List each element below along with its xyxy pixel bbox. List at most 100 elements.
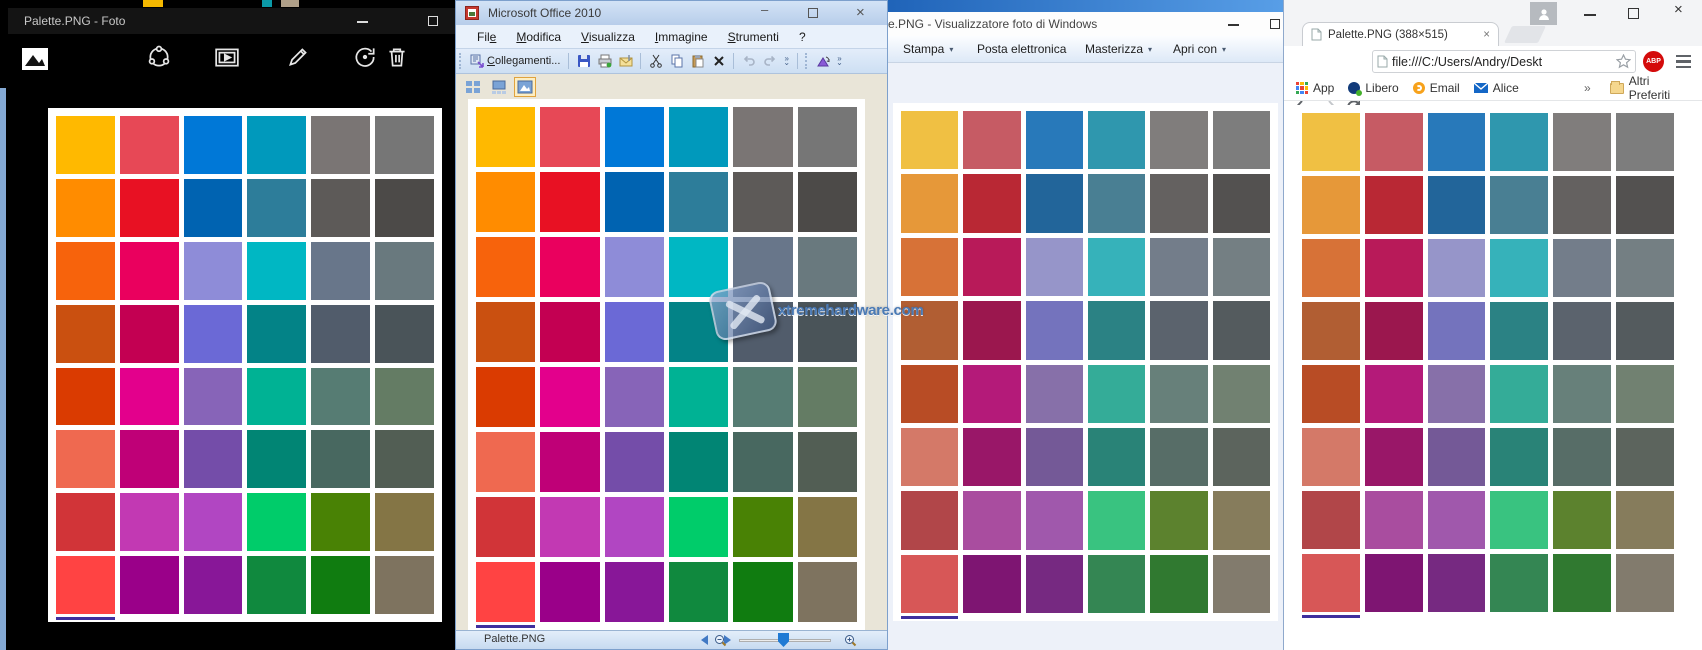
toolbar-drag-handle[interactable] [459,53,462,69]
menu-help[interactable]: ? [790,28,815,46]
chrome-menu-icon[interactable] [1676,55,1691,68]
viewer-titlebar: e.PNG - Visualizzatore foto di Windows [840,12,1296,36]
minimize-button[interactable] [357,21,368,23]
bookmarks-overflow-chevron[interactable]: » [1584,81,1591,95]
zoom-slider-thumb[interactable] [778,633,789,647]
single-image-view-icon[interactable] [514,77,536,97]
menu-apri-con[interactable]: Apri con ▾ [1173,42,1226,56]
color-swatch [1428,491,1486,549]
palette-underline [476,625,535,628]
browser-tab[interactable]: Palette.PNG (388×515) × [1302,22,1499,46]
zoom-in-icon[interactable] [844,634,857,647]
color-swatch [375,305,434,363]
background-sliver [281,0,299,7]
profile-avatar-button[interactable] [1530,2,1557,25]
bookmark-star-icon[interactable] [1616,54,1631,69]
mail-icon[interactable] [617,53,634,69]
color-swatch [184,493,243,551]
previous-image-button[interactable] [701,635,708,645]
office-toolbar: Collegamenti... »⌄ »⌄ [456,49,887,74]
menu-stampa[interactable]: Stampa ▾ [903,42,953,56]
toolbar-overflow-button[interactable]: »⌄ [836,57,843,65]
color-swatch [963,238,1020,296]
address-bar[interactable]: file:///C:/Users/Andry/Deskt [1372,50,1636,73]
thumbnail-view-icon[interactable] [462,77,484,97]
cut-icon[interactable] [647,53,664,69]
rotate-tool-icon[interactable] [814,53,831,69]
color-swatch [56,430,115,488]
menu-immagine[interactable]: Immagine [646,28,717,46]
color-swatch [669,107,728,167]
color-swatch [247,430,306,488]
color-swatch [1088,365,1145,423]
close-button[interactable]: × [1674,0,1683,22]
close-button[interactable]: × [856,1,865,25]
color-swatch [798,302,857,362]
color-swatch [798,172,857,232]
toolbar-overflow-button[interactable]: »⌄ [783,57,790,65]
other-bookmarks-folder[interactable]: Altri Preferiti [1610,74,1688,102]
redo-icon[interactable] [761,53,778,69]
new-tab-button[interactable] [1504,26,1546,43]
color-swatch [1616,428,1674,486]
bookmark-libero[interactable]: Libero [1348,81,1398,95]
zoom-out-icon[interactable] [714,634,727,647]
menu-posta-elettronica[interactable]: Posta elettronica [977,42,1066,56]
bookmark-alice[interactable]: Alice [1474,81,1519,95]
maximize-button[interactable] [428,16,438,26]
color-swatch [1026,238,1083,296]
maximize-button[interactable] [1270,19,1280,29]
menu-file[interactable]: File [468,28,505,46]
save-icon[interactable] [575,53,592,69]
edit-pencil-icon[interactable] [285,44,311,70]
color-swatch [901,555,958,613]
print-icon[interactable] [596,53,613,69]
color-swatch [901,111,958,169]
bookmark-app[interactable]: App [1296,81,1334,95]
color-swatch [1553,239,1611,297]
color-swatch [1490,239,1548,297]
minimize-button[interactable] [1584,14,1596,16]
minimize-button[interactable] [1228,24,1239,26]
color-swatch [1490,302,1548,360]
delete-trash-icon[interactable] [384,44,410,70]
see-all-photos-icon[interactable] [22,46,48,72]
rotate-icon[interactable] [352,44,378,70]
palette-underline [1302,615,1360,618]
color-swatch [605,562,664,622]
toolbar-drag-handle[interactable] [805,53,808,69]
color-swatch [1616,239,1674,297]
maximize-button[interactable] [808,8,818,18]
color-swatch [1150,428,1207,486]
palette-grid [1302,113,1674,612]
maximize-button[interactable] [1628,8,1639,19]
color-swatch [901,301,958,359]
color-swatch [1026,301,1083,359]
bookmark-email[interactable]: Email [1413,81,1460,95]
color-swatch [375,242,434,300]
color-swatch [605,302,664,362]
menu-strumenti[interactable]: Strumenti [719,28,788,46]
color-swatch [184,179,243,237]
color-swatch [56,368,115,426]
menu-masterizza[interactable]: Masterizza ▾ [1085,42,1152,56]
color-swatch [1088,555,1145,613]
shortcuts-label[interactable]: Collegamenti... [487,55,560,67]
color-swatch [669,432,728,492]
filmstrip-view-icon[interactable] [488,77,510,97]
slideshow-icon[interactable] [214,44,240,70]
share-icon[interactable] [146,44,172,70]
color-swatch [669,497,728,557]
copy-icon[interactable] [668,53,685,69]
color-swatch [901,174,958,232]
minimize-button[interactable]: – [761,0,768,22]
menu-visualizza[interactable]: Visualizza [572,28,644,46]
adblock-abp-icon[interactable]: ABP [1643,51,1664,72]
undo-icon[interactable] [740,53,757,69]
shortcuts-icon[interactable] [468,53,485,69]
delete-icon[interactable] [710,53,727,69]
paste-icon[interactable] [689,53,706,69]
tab-close-icon[interactable]: × [1483,29,1490,41]
photos-title: Palette.PNG - Foto [24,14,125,28]
menu-modifica[interactable]: Modifica [507,28,570,46]
